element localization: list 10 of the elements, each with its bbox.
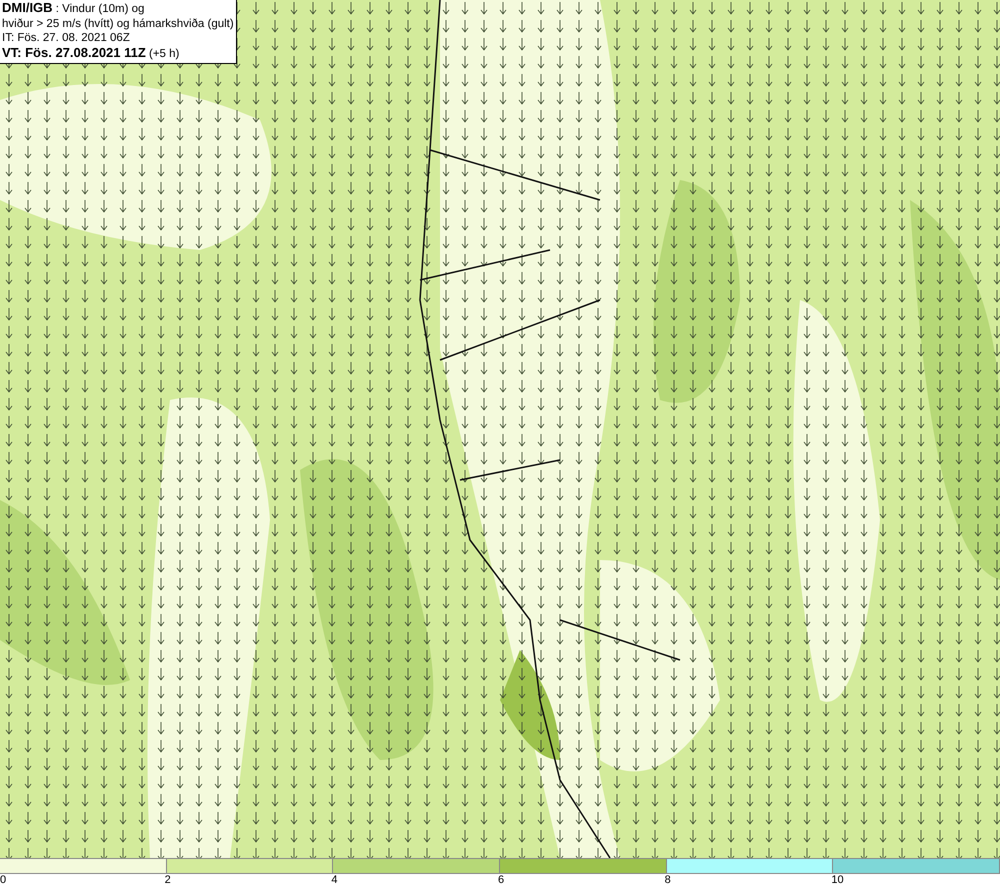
title-line: VT: Fös. 27.08.2021 11Z (+5 h) (2, 46, 180, 61)
legend-tick-label: 6 (498, 874, 504, 886)
title-line: hviður > 25 m/s (hvítt) og hámarkshviða (gult) (2, 16, 234, 31)
legend-tick-label: 2 (164, 874, 171, 886)
title-line: DMI/IGB : Vindur (10m) og (2, 1, 146, 16)
legend-tick-label: 10 (831, 874, 844, 886)
legend-tick-label: 8 (664, 874, 671, 886)
title-line: IT: Fös. 27. 08. 2021 06Z (2, 31, 131, 46)
legend-tick-label: 4 (331, 874, 338, 886)
legend-tick-label: 0 (0, 874, 6, 886)
